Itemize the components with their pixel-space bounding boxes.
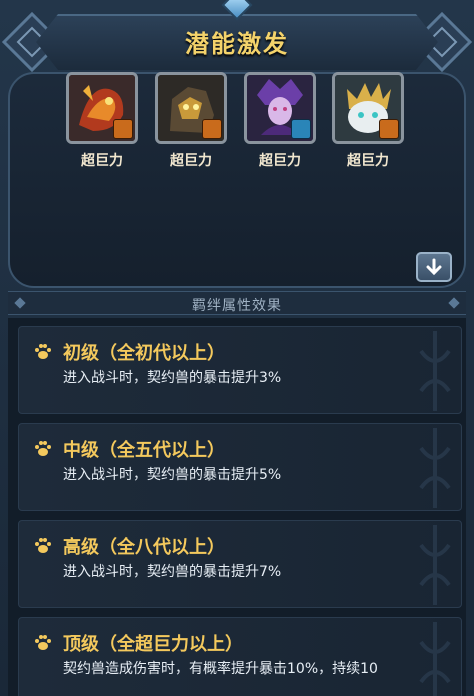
effect-description: 契约兽造成伤害时，有概率提升暴击10%，持续10 — [63, 661, 378, 677]
effect-item: 初级（全初代以上） 进入战斗时，契约兽的暴击提升3% — [18, 326, 462, 414]
knot-ornament-icon — [419, 525, 451, 605]
pet-label: 超巨力 — [81, 153, 123, 169]
knot-ornament-icon — [419, 331, 451, 411]
attribute-badge-icon — [113, 119, 133, 139]
pet-card[interactable] — [244, 72, 316, 144]
pet-label: 超巨力 — [347, 153, 389, 169]
pet-card[interactable] — [66, 72, 138, 144]
paw-icon — [35, 344, 51, 359]
paw-icon — [35, 635, 51, 650]
effect-item: 顶级（全超巨力以上） 契约兽造成伤害时，有概率提升暴击10%，持续10 — [18, 617, 462, 696]
pet-slot[interactable]: 超巨力 — [244, 72, 316, 170]
knot-ornament-icon — [419, 428, 451, 508]
pet-slot[interactable]: 超巨力 — [66, 72, 138, 170]
pet-label: 超巨力 — [259, 153, 301, 169]
effect-item: 高级（全八代以上） 进入战斗时，契约兽的暴击提升7% — [18, 520, 462, 608]
effect-title: 顶级（全超巨力以上） — [63, 634, 243, 655]
page-title: 潜能激发 — [185, 30, 289, 58]
pet-slot[interactable]: 超巨力 — [332, 72, 404, 170]
water-drop-badge-icon — [291, 119, 311, 139]
pet-row: 超巨力 超巨力 超巨力 超巨力 — [66, 72, 406, 172]
effect-title: 初级（全初代以上） — [63, 343, 225, 364]
effect-description: 进入战斗时，契约兽的暴击提升3% — [63, 370, 282, 386]
knot-ornament-icon — [419, 622, 451, 696]
effect-description: 进入战斗时，契约兽的暴击提升5% — [63, 467, 282, 483]
attribute-badge-icon — [202, 119, 222, 139]
paw-icon — [35, 441, 51, 456]
section-title: 羁绊属性效果 — [192, 298, 282, 314]
effect-title: 高级（全八代以上） — [63, 537, 225, 558]
pet-card[interactable] — [155, 72, 227, 144]
pet-card[interactable] — [332, 72, 404, 144]
effect-list[interactable]: 初级（全初代以上） 进入战斗时，契约兽的暴击提升3% 中级（全五代以上） 进入战… — [8, 318, 466, 696]
effect-title: 中级（全五代以上） — [63, 440, 225, 461]
expand-button[interactable] — [416, 252, 452, 282]
section-header: 羁绊属性效果 — [8, 291, 466, 315]
arrow-down-icon — [426, 258, 442, 276]
pet-slot[interactable]: 超巨力 — [155, 72, 227, 170]
paw-icon — [35, 538, 51, 553]
effect-description: 进入战斗时，契约兽的暴击提升7% — [63, 564, 282, 580]
attribute-badge-icon — [379, 119, 399, 139]
effect-item: 中级（全五代以上） 进入战斗时，契约兽的暴击提升5% — [18, 423, 462, 511]
potential-panel: 潜能激发 超巨力 超巨力 超巨力 超巨力 羁绊属性效果 初级（全初代以上） 进入… — [0, 0, 474, 696]
pet-label: 超巨力 — [170, 153, 212, 169]
